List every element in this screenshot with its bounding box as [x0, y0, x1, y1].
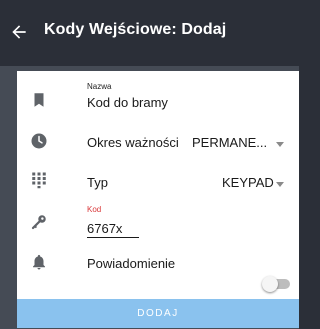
form-card: Nazwa Kod do bramy Okres ważności PERMAN… — [17, 71, 299, 328]
validity-select[interactable]: PERMANE... — [192, 135, 267, 150]
page-title: Kody Wejściowe: Dodaj — [44, 21, 227, 38]
code-label: Kod — [87, 205, 102, 214]
clock-icon — [30, 132, 48, 150]
name-field[interactable]: Kod do bramy — [87, 95, 168, 110]
validity-label: Okres ważności — [87, 135, 179, 150]
key-icon — [30, 213, 48, 231]
content-area: Nazwa Kod do bramy Okres ważności PERMAN… — [0, 66, 299, 329]
arrow-back-icon[interactable] — [9, 22, 29, 42]
bookmark-icon — [30, 91, 48, 109]
chevron-down-icon[interactable] — [276, 182, 284, 187]
code-field[interactable]: 6767x — [87, 221, 122, 236]
add-button[interactable]: DODAJ — [17, 299, 299, 328]
notification-label: Powiadomienie — [87, 256, 176, 271]
name-label: Nazwa — [87, 82, 112, 91]
bell-icon — [30, 253, 48, 271]
type-label: Typ — [87, 175, 108, 190]
chevron-down-icon[interactable] — [276, 142, 284, 147]
keypad-icon — [30, 171, 48, 189]
type-select[interactable]: KEYPAD — [222, 175, 274, 190]
code-underline — [87, 237, 139, 238]
toggle-knob[interactable] — [262, 276, 278, 292]
app-bar: Kody Wejściowe: Dodaj — [0, 0, 299, 66]
